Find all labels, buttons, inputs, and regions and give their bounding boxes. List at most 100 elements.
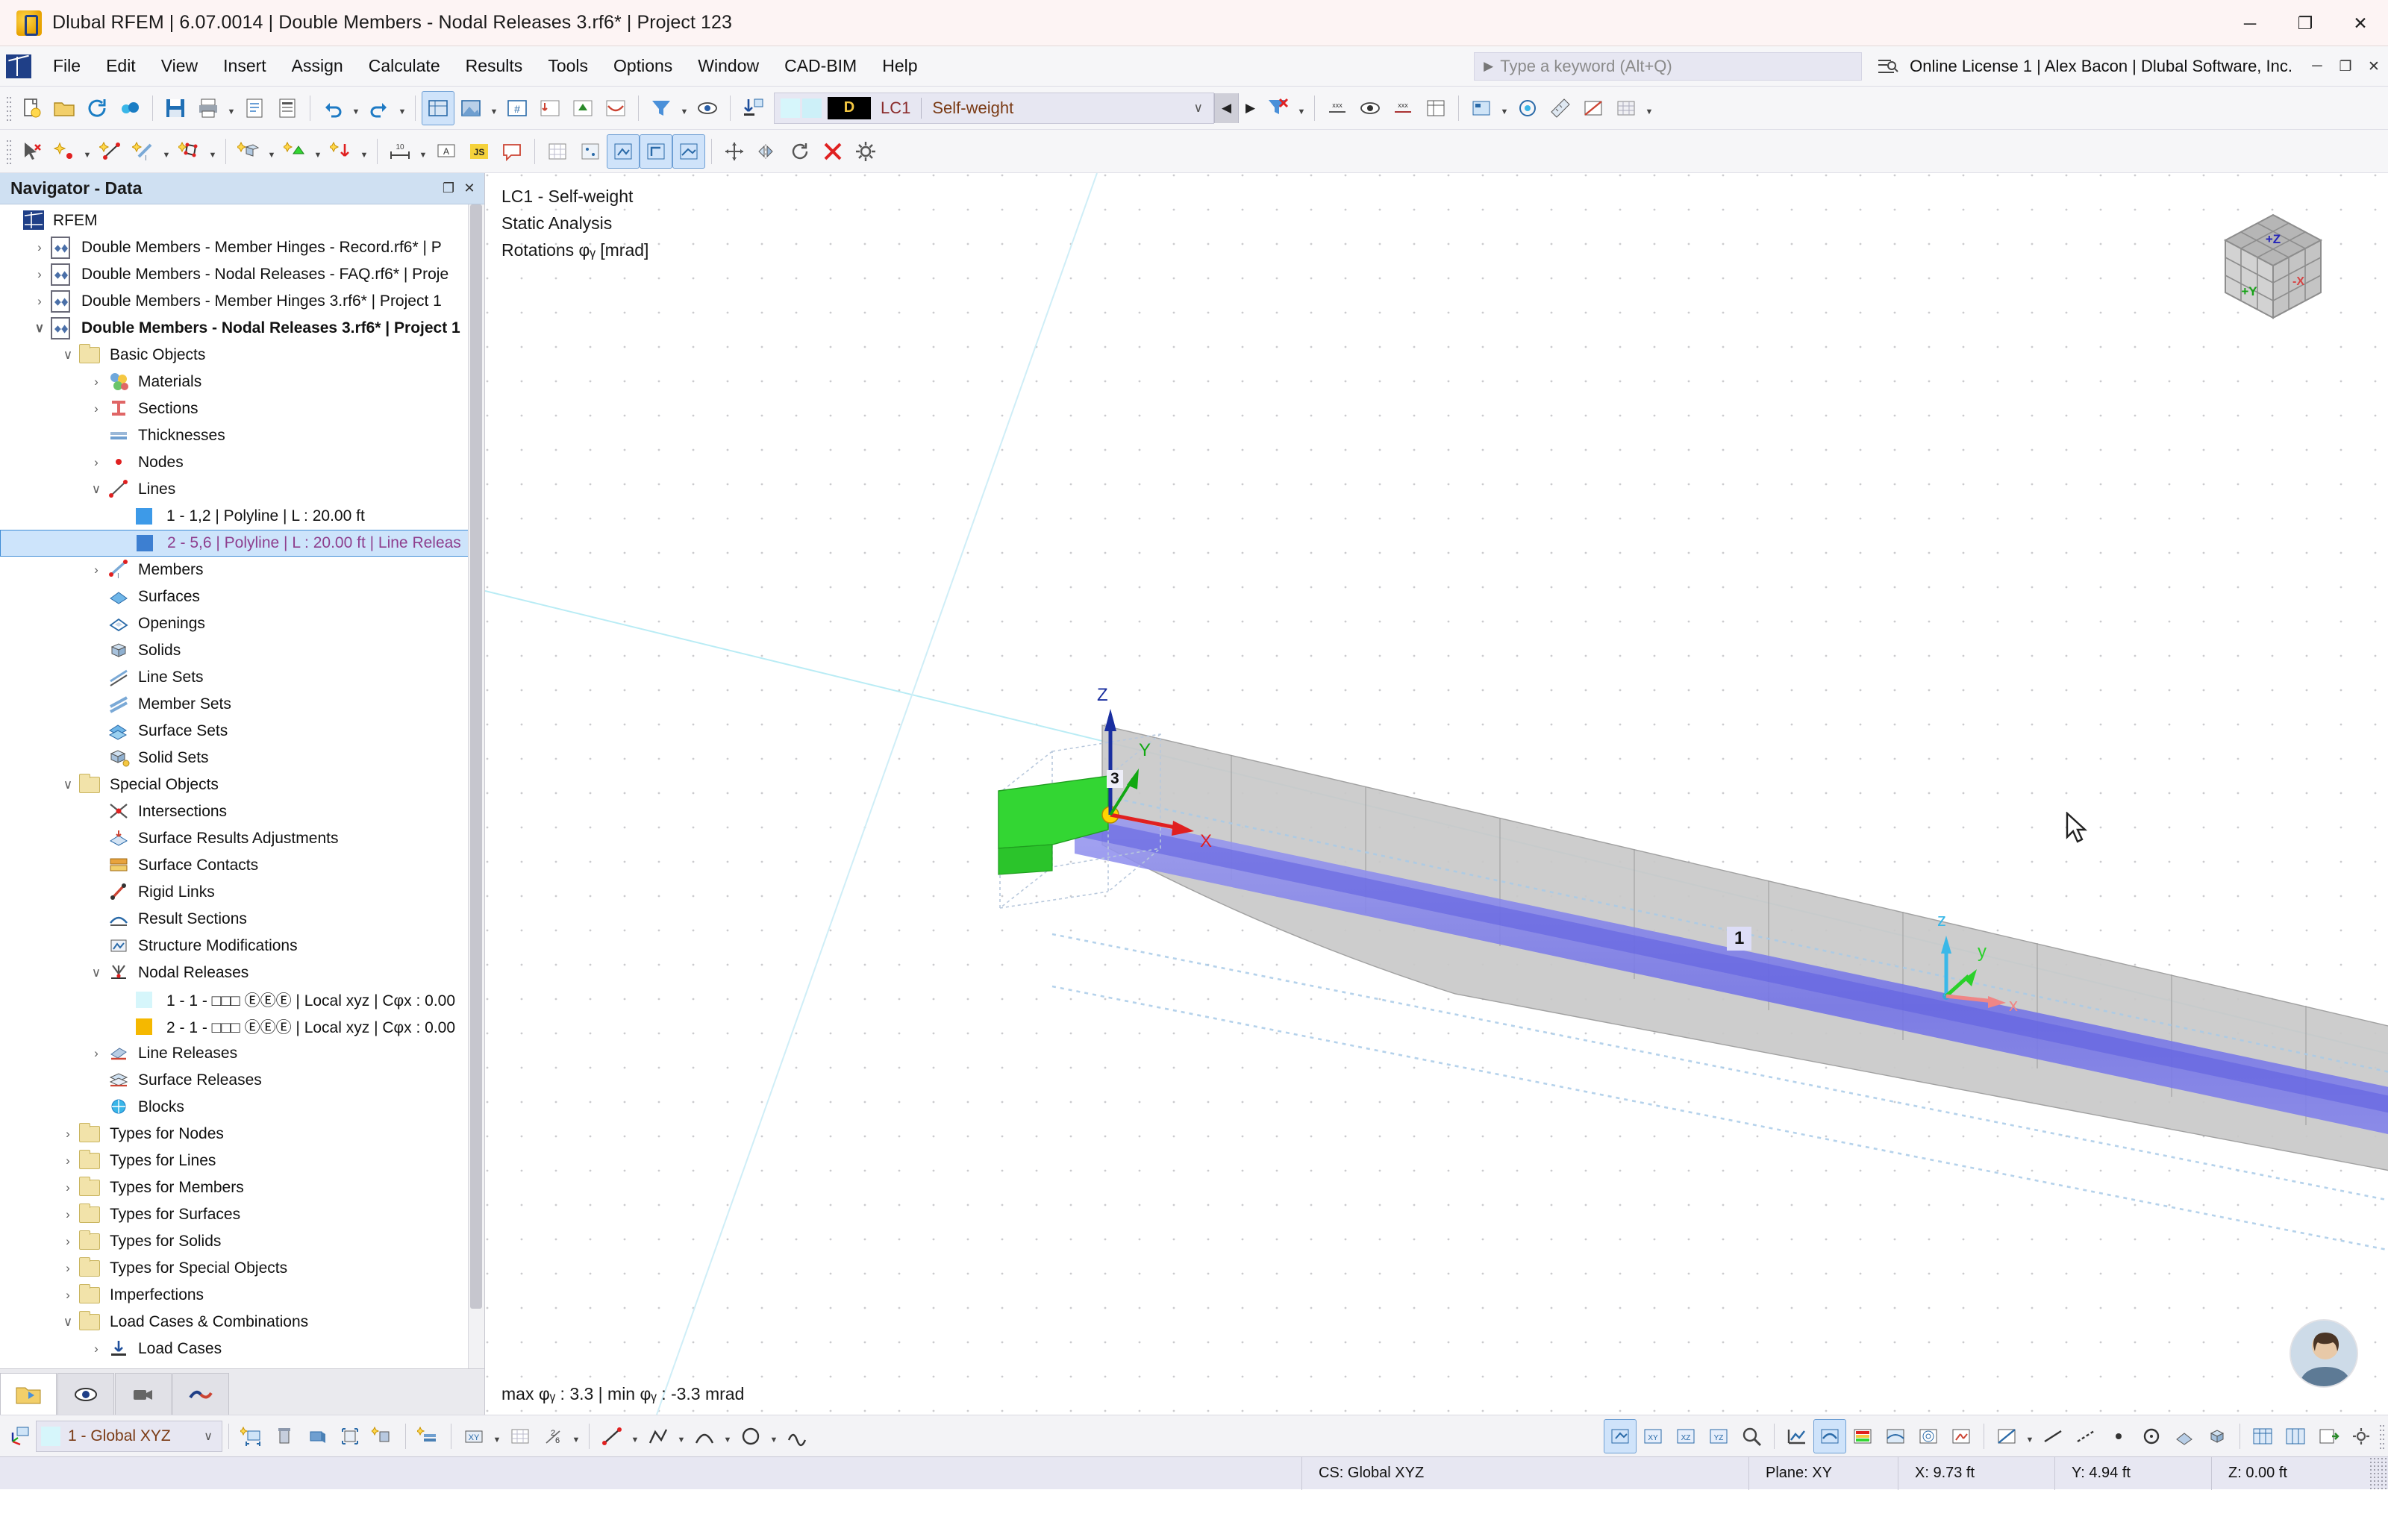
tree-twisty[interactable] — [0, 207, 22, 234]
open-file-button[interactable] — [48, 91, 81, 125]
tree-twisty-toggle[interactable]: › — [85, 449, 107, 476]
show-numbering-button[interactable]: # — [501, 91, 534, 125]
tree-scrollbar[interactable] — [468, 204, 484, 1368]
draw-polyline-button[interactable] — [642, 1419, 675, 1453]
view-yz-button[interactable]: YZ — [1702, 1419, 1735, 1453]
tree-item[interactable]: › Types for Nodes — [0, 1121, 484, 1148]
results-graph-button[interactable] — [1781, 1419, 1813, 1453]
delete-cs-button[interactable] — [268, 1419, 301, 1453]
save-button[interactable] — [159, 91, 192, 125]
close-button[interactable]: ✕ — [2333, 0, 2388, 46]
tree-twisty-toggle[interactable]: ∨ — [57, 342, 79, 369]
view-xy-button[interactable]: XY — [1637, 1419, 1669, 1453]
menu-edit[interactable]: Edit — [93, 51, 149, 81]
tree-twisty-toggle[interactable]: › — [85, 557, 107, 583]
toolbar-grip-right[interactable] — [2379, 1423, 2386, 1449]
tree-item[interactable]: › Nodes — [0, 449, 484, 476]
tree-item[interactable]: › I Members — [0, 557, 484, 583]
tree-item[interactable]: ∨ Lines — [0, 476, 484, 503]
section-result-button[interactable] — [1990, 1419, 2023, 1453]
table-view-button[interactable] — [2246, 1419, 2279, 1453]
doc-minimize-button[interactable]: ─ — [2303, 46, 2331, 87]
print-button[interactable] — [192, 91, 225, 125]
grid-button[interactable] — [541, 134, 574, 169]
filter-objects-button[interactable] — [645, 91, 678, 125]
cs-add-button[interactable] — [366, 1419, 399, 1453]
menu-cad-bim[interactable]: CAD-BIM — [772, 51, 869, 81]
tree-item[interactable]: Member Sets — [0, 691, 484, 718]
menu-file[interactable]: File — [40, 51, 93, 81]
grid-count-caret[interactable]: ▼ — [569, 1419, 583, 1453]
display-props-caret[interactable]: ▼ — [1498, 91, 1511, 125]
work-plane-button[interactable] — [672, 134, 705, 169]
visibility-button[interactable] — [691, 91, 724, 125]
select-objects-button[interactable] — [15, 134, 48, 169]
tree-item[interactable]: Structure Modifications — [0, 933, 484, 960]
tree-twisty-toggle[interactable]: › — [28, 288, 51, 315]
tree-item[interactable]: ∨ Basic Objects — [0, 342, 484, 369]
coordinate-system-icon[interactable] — [3, 1419, 36, 1453]
tree-twisty-toggle[interactable]: ∨ — [28, 315, 51, 342]
tree-item[interactable]: › Types for Solids — [0, 1228, 484, 1255]
navigator-close-button[interactable]: ✕ — [459, 178, 480, 199]
tree-item[interactable]: › Types for Lines — [0, 1148, 484, 1174]
toolbar-grip[interactable] — [6, 138, 13, 164]
tree-item[interactable]: › Double Members - Nodal Releases - FAQ.r… — [0, 261, 484, 288]
render-dropdown-caret[interactable]: ▼ — [487, 91, 501, 125]
comment-button[interactable] — [496, 134, 528, 169]
mirror-button[interactable] — [751, 134, 784, 169]
new-load-button[interactable] — [325, 134, 357, 169]
tab-display[interactable] — [57, 1373, 114, 1415]
keyword-search-input[interactable]: ▶ Type a keyword (Alt+Q) — [1474, 52, 1863, 81]
solid-dropdown-caret[interactable]: ▼ — [265, 134, 278, 169]
menu-assign[interactable]: Assign — [279, 51, 356, 81]
show-deformation-button[interactable] — [599, 91, 632, 125]
view-xz-button[interactable]: XZ — [1669, 1419, 1702, 1453]
results-eye-button[interactable] — [1354, 91, 1387, 125]
tree-item[interactable]: › Line Releases — [0, 1040, 484, 1067]
new-solid-button[interactable] — [232, 134, 265, 169]
tab-views[interactable] — [115, 1373, 172, 1415]
draw-circle-caret[interactable]: ▼ — [767, 1419, 781, 1453]
text-annotation-button[interactable]: A — [430, 134, 463, 169]
rotate-button[interactable] — [784, 134, 816, 169]
data-tree[interactable]: RFEM › Double Members - Member Hinges - R… — [0, 204, 484, 1368]
tree-item[interactable]: ∨ Nodal Releases — [0, 960, 484, 986]
display-properties-button[interactable] — [1465, 91, 1498, 125]
tree-item[interactable]: › Imperfections — [0, 1282, 484, 1309]
refresh-button[interactable] — [81, 91, 113, 125]
menu-calculate[interactable]: Calculate — [356, 51, 453, 81]
tree-item[interactable]: 1 - 1 - □□□ ⒺⒺⒺ | Local xyz | Cφx : 0.00 — [0, 986, 484, 1013]
tree-twisty-toggle[interactable]: › — [85, 1040, 107, 1067]
tree-item[interactable]: 2 - 5,6 | Polyline | L : 20.00 ft | Line… — [0, 530, 484, 557]
osnap-button[interactable] — [607, 134, 640, 169]
dimension-button[interactable]: 10 — [384, 134, 416, 169]
new-support-button[interactable] — [278, 134, 311, 169]
tree-twisty-toggle[interactable]: › — [28, 261, 51, 288]
draw-circle-button[interactable] — [734, 1419, 767, 1453]
tab-results[interactable] — [172, 1373, 229, 1415]
tree-root-rfem[interactable]: RFEM — [0, 207, 484, 234]
tree-twisty-toggle[interactable]: ∨ — [57, 1309, 79, 1336]
undo-dropdown-caret[interactable]: ▼ — [349, 91, 363, 125]
model-viewport[interactable]: LC1 - Self-weight Static Analysis Rotati… — [485, 173, 2388, 1415]
results-contour-button[interactable] — [1879, 1419, 1912, 1453]
render-quality-button[interactable] — [1511, 91, 1544, 125]
line-style-dashed-button[interactable] — [2069, 1419, 2102, 1453]
tab-data[interactable] — [0, 1373, 57, 1415]
support-dropdown-caret[interactable]: ▼ — [311, 134, 325, 169]
doc-restore-button[interactable]: ❐ — [2331, 46, 2360, 87]
tree-item[interactable]: Surfaces — [0, 583, 484, 610]
tree-item[interactable]: Line Sets — [0, 664, 484, 691]
tree-item[interactable]: 2 - 1 - □□□ ⒺⒺⒺ | Local xyz | Cφx : 0.00 — [0, 1013, 484, 1040]
tree-item[interactable]: Intersections — [0, 798, 484, 825]
maximize-button[interactable]: ❐ — [2278, 0, 2333, 46]
menu-tools[interactable]: Tools — [535, 51, 601, 81]
settings-button[interactable] — [2345, 1419, 2378, 1453]
redo-button[interactable] — [363, 91, 396, 125]
draw-spline-button[interactable] — [781, 1419, 813, 1453]
menu-window[interactable]: Window — [685, 51, 772, 81]
tree-item[interactable]: › Actions — [0, 1362, 484, 1368]
filter-dropdown-caret[interactable]: ▼ — [678, 91, 691, 125]
tree-item[interactable]: ∨ Special Objects — [0, 771, 484, 798]
